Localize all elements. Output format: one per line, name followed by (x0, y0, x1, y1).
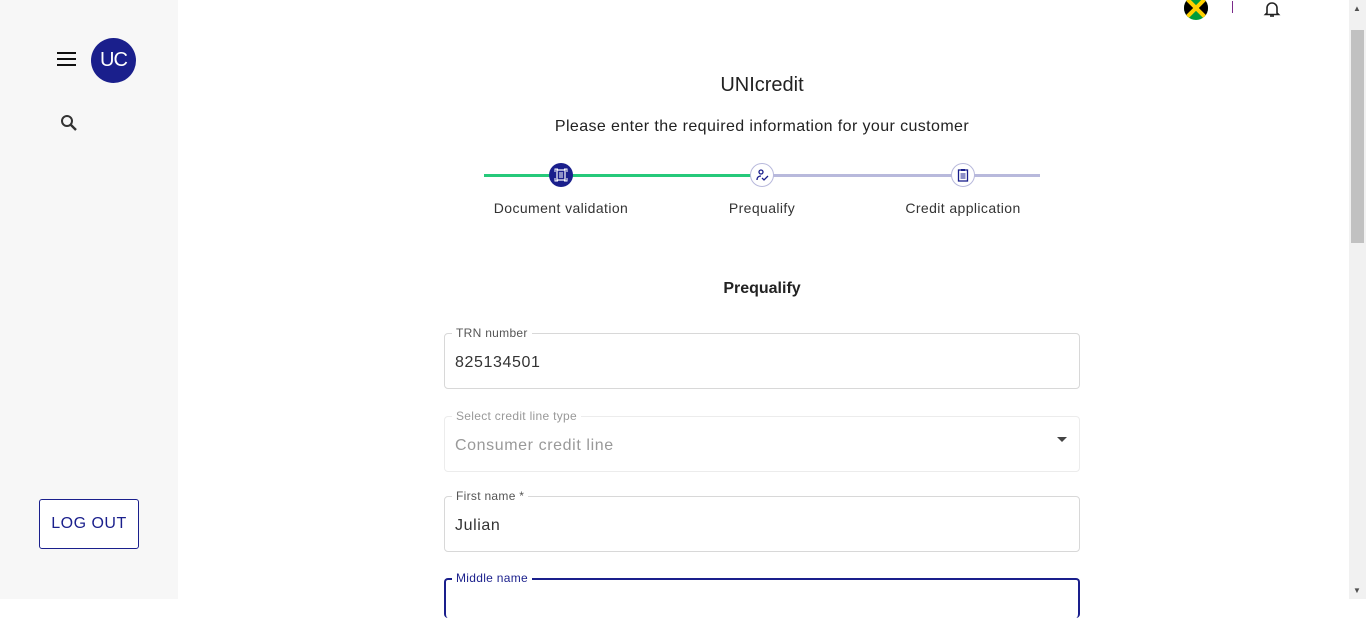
menu-icon[interactable] (57, 52, 76, 66)
field-value: Consumer credit line (455, 437, 614, 454)
divider (1232, 1, 1233, 13)
field-value: 825134501 (455, 354, 541, 371)
scrollbar-thumb[interactable] (1351, 30, 1364, 243)
step-label: Document validation (493, 200, 629, 216)
credit-line-select[interactable]: Select credit line type Consumer credit l… (444, 409, 1080, 472)
first-name-field[interactable]: First name * Julian (444, 489, 1080, 552)
page-subtitle: Please enter the required information fo… (554, 118, 970, 135)
field-label: Select credit line type (452, 409, 581, 423)
scroll-down-icon[interactable]: ▼ (1353, 586, 1361, 595)
document-icon[interactable] (549, 163, 573, 187)
stepper-line-done (484, 174, 762, 177)
field-label: Middle name (452, 571, 533, 585)
app-title: UNIcredit (720, 74, 804, 96)
clipboard-icon[interactable] (951, 163, 975, 187)
chevron-down-icon[interactable] (1057, 437, 1067, 442)
step-label: Prequalify (728, 200, 796, 216)
jamaica-flag-icon[interactable] (1184, 0, 1208, 20)
trn-field[interactable]: TRN number 825134501 (444, 326, 1080, 389)
scroll-up-icon[interactable]: ▲ (1353, 4, 1361, 13)
user-check-icon[interactable] (750, 163, 774, 187)
step-label: Credit application (905, 200, 1021, 216)
field-value: Julian (455, 517, 501, 534)
middle-name-field[interactable]: Middle name (444, 571, 1080, 618)
field-label: First name * (452, 489, 529, 503)
section-title: Prequalify (723, 280, 801, 297)
bell-icon[interactable] (1263, 0, 1281, 23)
stepper-line-pending (762, 174, 1040, 177)
field-label: TRN number (452, 326, 532, 340)
logout-button[interactable]: LOG OUT (39, 499, 139, 549)
